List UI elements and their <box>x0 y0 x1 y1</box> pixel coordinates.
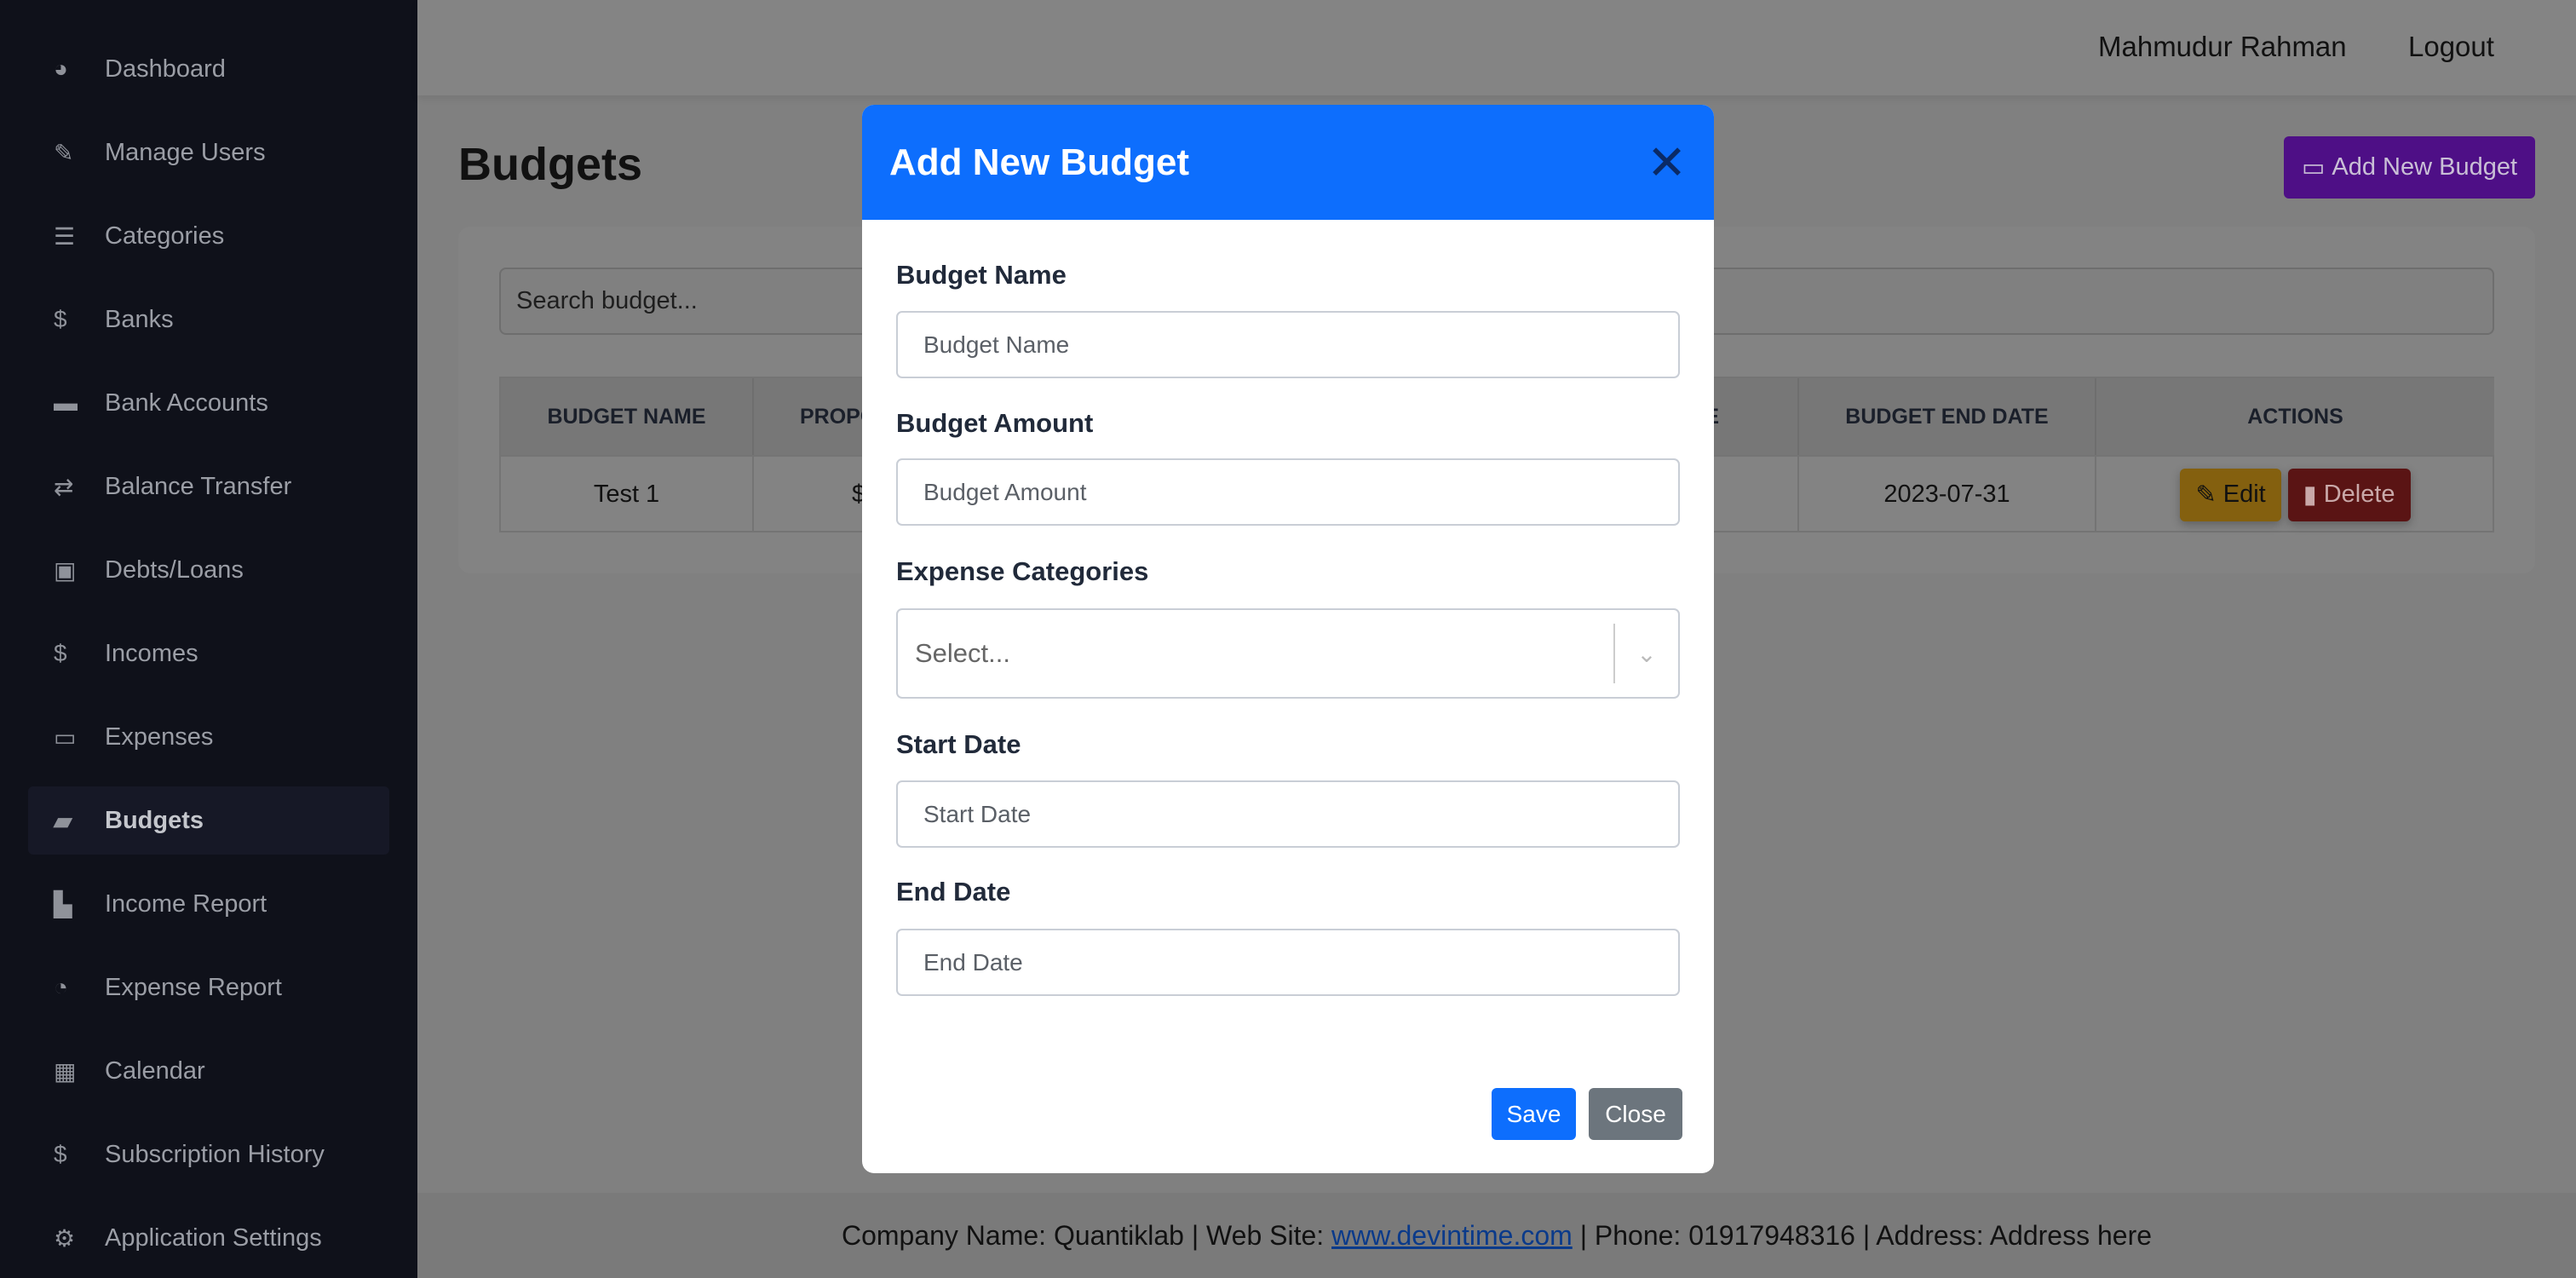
gauge-icon: ◕ <box>54 55 68 82</box>
sidebar-item-banks[interactable]: $ Banks <box>28 285 389 354</box>
cell-end-date: 2023-07-31 <box>1799 455 2096 532</box>
end-date-input[interactable] <box>896 929 1680 996</box>
page-title: Budgets <box>458 139 642 190</box>
delete-button[interactable]: ▮ Delete <box>2287 468 2411 521</box>
cell-name: Test 1 <box>501 455 754 532</box>
cell-actions: ✎ Edit ▮ Delete <box>2096 455 2494 532</box>
sidebar-item-application-settings[interactable]: ⚙ Application Settings <box>28 1204 389 1272</box>
wallet-icon: ▰ <box>54 807 72 834</box>
close-button[interactable]: Close <box>1589 1088 1682 1140</box>
id-card-icon: ▬ <box>54 389 78 416</box>
col-budget-name: BUDGET NAME <box>501 378 754 455</box>
money-bill-icon: ▭ <box>54 723 77 751</box>
save-button[interactable]: Save <box>1492 1088 1576 1140</box>
sidebar-item-subscription-history[interactable]: $ Subscription History <box>28 1120 389 1189</box>
add-new-budget-button[interactable]: ▭ Add New Budget <box>2284 136 2535 199</box>
modal-title: Add New Budget <box>889 141 1189 183</box>
edit-icon: ✎ <box>54 139 74 166</box>
trash-icon: ▮ <box>2303 481 2317 509</box>
website-link[interactable]: www.devintime.com <box>1331 1220 1573 1252</box>
close-icon[interactable]: ✕ <box>1647 138 1687 187</box>
sidebar-item-bank-accounts[interactable]: ▬ Bank Accounts <box>28 369 389 437</box>
budget-amount-label: Budget Amount <box>896 408 1094 438</box>
end-date-label: End Date <box>896 877 1011 907</box>
start-date-input[interactable] <box>896 780 1680 848</box>
start-date-label: Start Date <box>896 729 1021 759</box>
sidebar-item-dashboard[interactable]: ◕ Dashboard <box>28 35 389 103</box>
money-bill-icon: ▭ <box>2301 154 2326 181</box>
chart-line-icon: ▙ <box>54 890 72 918</box>
footer: Company Name: Quantiklab | Web Site: www… <box>417 1193 2576 1278</box>
exchange-icon: ⇄ <box>54 473 74 500</box>
dollar-icon: $ <box>54 640 67 666</box>
chart-pie-icon: ◔ <box>54 974 68 1000</box>
edit-icon: ✎ <box>2195 481 2217 509</box>
sidebar-item-categories[interactable]: ☰ Categories <box>28 202 389 270</box>
logout-link[interactable]: Logout <box>2408 31 2494 63</box>
col-end-date: BUDGET END DATE <box>1799 378 2096 455</box>
top-navbar: Mahmudur Rahman Logout <box>417 0 2576 95</box>
list-icon: ☰ <box>54 222 76 250</box>
add-budget-modal: Add New Budget ✕ Budget Name Budget Amou… <box>862 105 1714 1173</box>
sidebar-item-income-report[interactable]: ▙ Income Report <box>28 870 389 938</box>
expense-categories-select[interactable]: Select... ⌄ <box>896 608 1680 699</box>
col-actions: ACTIONS <box>2096 378 2494 455</box>
sidebar: ◕ Dashboard ✎ Manage Users ☰ Categories $ Banks… <box>0 0 417 1278</box>
gears-icon: ⚙ <box>54 1224 76 1252</box>
sidebar-item-debts-loans[interactable]: ▣ Debts/Loans <box>28 536 389 604</box>
calendar-icon: ▦ <box>54 1057 77 1085</box>
user-name-link[interactable]: Mahmudur Rahman <box>2098 31 2347 63</box>
budget-name-label: Budget Name <box>896 260 1067 290</box>
edit-button[interactable]: ✎ Edit <box>2180 468 2281 521</box>
dollar-icon: $ <box>54 306 67 332</box>
sidebar-item-expenses[interactable]: ▭ Expenses <box>28 703 389 771</box>
dollar-icon: $ <box>54 1141 67 1167</box>
hand-money-icon: ▣ <box>54 556 77 584</box>
sidebar-item-calendar[interactable]: ▦ Calendar <box>28 1037 389 1105</box>
sidebar-item-manage-users[interactable]: ✎ Manage Users <box>28 118 389 187</box>
expense-categories-label: Expense Categories <box>896 556 1149 586</box>
budget-amount-input[interactable] <box>896 458 1680 526</box>
sidebar-item-balance-transfer[interactable]: ⇄ Balance Transfer <box>28 452 389 521</box>
modal-header: Add New Budget ✕ <box>862 105 1714 220</box>
sidebar-item-incomes[interactable]: $ Incomes <box>28 619 389 688</box>
sidebar-item-budgets[interactable]: ▰ Budgets <box>28 786 389 855</box>
sidebar-item-expense-report[interactable]: ◔ Expense Report <box>28 953 389 1022</box>
chevron-down-icon[interactable]: ⌄ <box>1615 640 1678 668</box>
budget-name-input[interactable] <box>896 311 1680 378</box>
